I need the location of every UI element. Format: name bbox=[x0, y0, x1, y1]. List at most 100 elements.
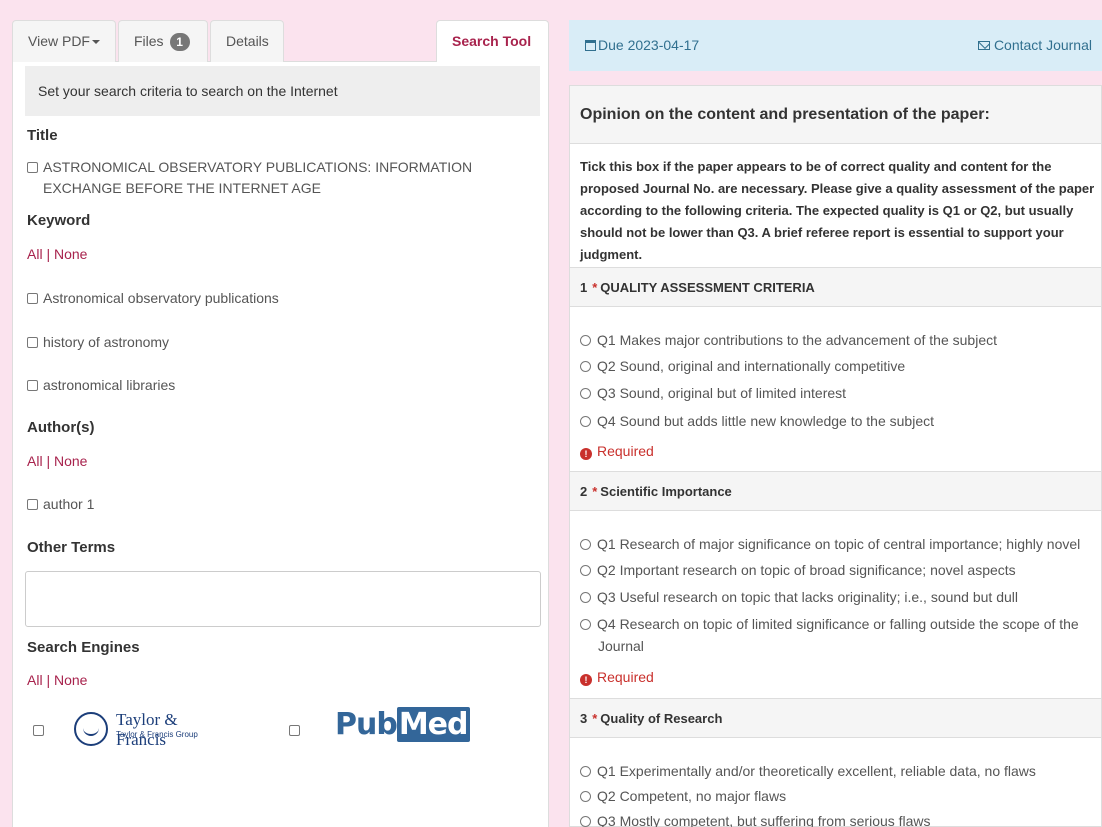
tab-view-pdf[interactable]: View PDF bbox=[12, 20, 116, 62]
title-checkbox-item[interactable]: ASTRONOMICAL OBSERVATORY PUBLICATIONS: I… bbox=[27, 157, 507, 199]
other-terms-heading: Other Terms bbox=[27, 539, 116, 556]
keyword-label: Astronomical observatory publications bbox=[43, 290, 279, 306]
pubmed-logo-med: Med bbox=[396, 707, 470, 742]
review-intro: Tick this box if the paper appears to be… bbox=[580, 159, 1095, 262]
radio-button[interactable] bbox=[580, 619, 591, 630]
pubmed-logo[interactable]: PubMed bbox=[335, 707, 470, 742]
radio-option[interactable]: Q4 Sound but adds little new knowledge t… bbox=[580, 410, 1095, 432]
radio-button[interactable] bbox=[580, 766, 591, 777]
taylor-francis-lamp-icon bbox=[74, 712, 108, 746]
radio-label: Q4 Sound but adds little new knowledge t… bbox=[597, 413, 934, 429]
keyword-all-none: All | None bbox=[27, 246, 87, 262]
engines-separator: | bbox=[42, 672, 54, 688]
radio-label: Q3 Useful research on topic that lacks o… bbox=[597, 589, 1018, 605]
tab-search-tool[interactable]: Search Tool bbox=[436, 20, 549, 63]
tab-files[interactable]: Files 1 bbox=[118, 20, 208, 62]
keyword-none-link[interactable]: None bbox=[54, 246, 87, 262]
authors-all-link[interactable]: All bbox=[27, 453, 43, 469]
question-title: Scientific Importance bbox=[600, 484, 732, 499]
radio-button[interactable] bbox=[580, 416, 591, 427]
engines-none-link[interactable]: None bbox=[54, 672, 87, 688]
required-message: ! Required bbox=[580, 443, 654, 460]
envelope-icon bbox=[977, 41, 990, 50]
radio-option[interactable]: Q1 Research of major significance on top… bbox=[580, 533, 1095, 555]
question-header: 3 * Quality of Research bbox=[570, 698, 1101, 738]
radio-label: Q2 Sound, original and internationally c… bbox=[597, 358, 906, 374]
calendar-icon bbox=[585, 40, 596, 51]
radio-button[interactable] bbox=[580, 592, 591, 603]
checkbox[interactable] bbox=[27, 499, 38, 510]
due-date-text: Due 2023-04-17 bbox=[598, 37, 700, 53]
authors-none-link[interactable]: None bbox=[54, 453, 87, 469]
taylor-francis-logo[interactable]: Taylor & Francis Taylor & Francis Group bbox=[74, 710, 224, 749]
radio-button[interactable] bbox=[580, 539, 591, 550]
due-bar: Due 2023-04-17 Contact Journal bbox=[569, 20, 1102, 71]
tab-details-label: Details bbox=[226, 33, 269, 49]
other-terms-input[interactable] bbox=[25, 571, 541, 627]
authors-all-none: All | None bbox=[27, 453, 87, 469]
tab-bar: View PDF Files 1 Details Search Tool bbox=[12, 20, 549, 63]
keyword-all-link[interactable]: All bbox=[27, 246, 43, 262]
caret-down-icon bbox=[91, 40, 100, 45]
radio-label: Q3 Sound, original but of limited intere… bbox=[597, 385, 847, 401]
keyword-checkbox-item[interactable]: Astronomical observatory publications bbox=[27, 288, 279, 308]
checkbox[interactable] bbox=[27, 380, 38, 391]
radio-option[interactable]: Q2 Sound, original and internationally c… bbox=[580, 355, 1095, 377]
tab-details[interactable]: Details bbox=[210, 20, 284, 62]
radio-label: Q1 Makes major contributions to the adva… bbox=[597, 332, 997, 348]
radio-option[interactable]: Q4 Research on topic of limited signific… bbox=[580, 613, 1095, 657]
title-checkbox[interactable] bbox=[27, 162, 38, 173]
radio-label: Q4 Research on topic of limited signific… bbox=[597, 616, 1079, 654]
radio-label: Q3 Mostly competent, but suffering from … bbox=[597, 813, 931, 827]
keyword-label: history of astronomy bbox=[43, 334, 170, 350]
contact-journal-label: Contact Journal bbox=[993, 37, 1092, 53]
pubmed-checkbox[interactable] bbox=[289, 725, 300, 736]
keyword-checkbox-item[interactable]: history of astronomy bbox=[27, 332, 169, 352]
checkbox[interactable] bbox=[27, 337, 38, 348]
radio-label: Q2 Important research on topic of broad … bbox=[597, 562, 1016, 578]
tab-view-pdf-label: View PDF bbox=[28, 33, 90, 49]
radio-button[interactable] bbox=[580, 335, 591, 346]
required-star: * bbox=[592, 711, 598, 726]
radio-button[interactable] bbox=[580, 361, 591, 372]
radio-button[interactable] bbox=[580, 816, 591, 827]
author-label: author 1 bbox=[43, 496, 95, 512]
radio-button[interactable] bbox=[580, 388, 591, 399]
required-label: Required bbox=[597, 443, 654, 459]
radio-option[interactable]: Q3 Mostly competent, but suffering from … bbox=[580, 810, 1095, 827]
taylor-francis-subname: Taylor & Francis Group bbox=[116, 730, 198, 739]
files-count-badge: 1 bbox=[169, 33, 190, 51]
taylor-francis-checkbox[interactable] bbox=[33, 725, 44, 736]
radio-option[interactable]: Q1 Makes major contributions to the adva… bbox=[580, 329, 1095, 351]
engines-all-link[interactable]: All bbox=[27, 672, 43, 688]
radio-option[interactable]: Q2 Important research on topic of broad … bbox=[580, 559, 1095, 581]
checkbox[interactable] bbox=[27, 293, 38, 304]
question-header: 2 * Scientific Importance bbox=[570, 471, 1101, 511]
pubmed-logo-pub: Pub bbox=[335, 707, 398, 742]
contact-journal-link[interactable]: Contact Journal bbox=[977, 37, 1092, 53]
required-message: ! Required bbox=[580, 669, 654, 686]
question-title: QUALITY ASSESSMENT CRITERIA bbox=[600, 280, 815, 295]
radio-button[interactable] bbox=[580, 565, 591, 576]
keyword-heading: Keyword bbox=[27, 212, 91, 229]
keyword-label: astronomical libraries bbox=[43, 377, 176, 393]
question-title: Quality of Research bbox=[600, 711, 723, 726]
author-checkbox-item[interactable]: author 1 bbox=[27, 494, 94, 514]
exclamation-icon: ! bbox=[580, 448, 592, 460]
radio-option[interactable]: Q2 Competent, no major flaws bbox=[580, 785, 1095, 807]
radio-label: Q1 Research of major significance on top… bbox=[597, 536, 1081, 552]
question-number: 3 bbox=[580, 711, 588, 726]
required-star: * bbox=[592, 484, 598, 499]
radio-button[interactable] bbox=[580, 791, 591, 802]
keyword-checkbox-item[interactable]: astronomical libraries bbox=[27, 375, 175, 395]
radio-option[interactable]: Q3 Sound, original but of limited intere… bbox=[580, 382, 1095, 404]
search-panel: View PDF Files 1 Details Search Tool Set … bbox=[12, 20, 549, 827]
radio-option[interactable]: Q1 Experimentally and/or theoretically e… bbox=[580, 760, 1095, 782]
required-label: Required bbox=[597, 669, 654, 685]
authors-separator: | bbox=[42, 453, 54, 469]
radio-option[interactable]: Q3 Useful research on topic that lacks o… bbox=[580, 586, 1095, 608]
title-value: ASTRONOMICAL OBSERVATORY PUBLICATIONS: I… bbox=[43, 159, 473, 196]
review-card-title: Opinion on the content and presentation … bbox=[570, 86, 1101, 144]
review-panel: Due 2023-04-17 Contact Journal Opinion o… bbox=[569, 20, 1102, 827]
engines-all-none: All | None bbox=[27, 672, 87, 688]
